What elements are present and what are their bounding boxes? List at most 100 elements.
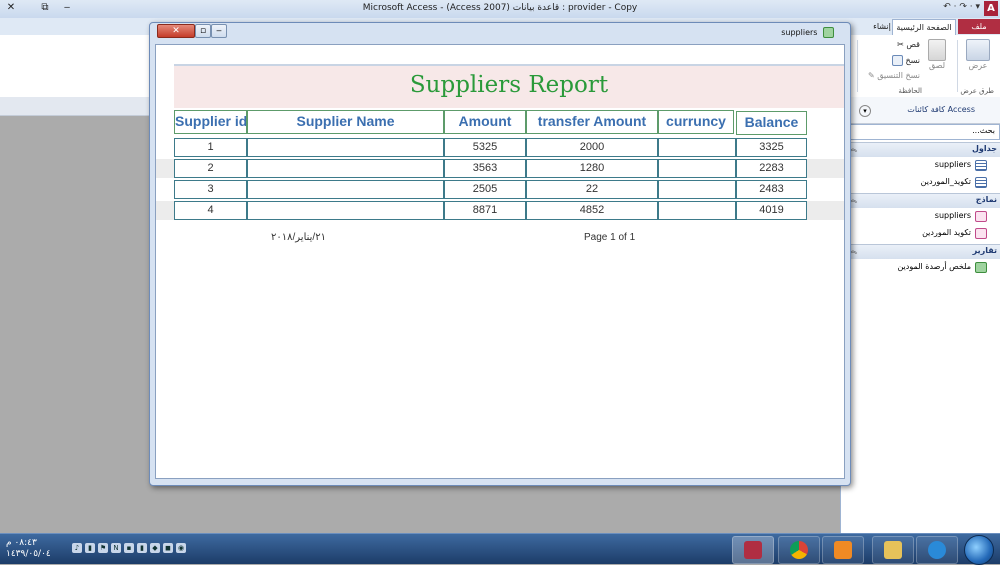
nav-group-reports[interactable]: ︽ تقارير [841,244,1000,259]
report-icon [975,262,987,273]
flag-icon[interactable]: ⚑ [98,543,108,553]
folder-icon [884,541,902,559]
cell-name [247,138,444,157]
taskbar-chrome-app[interactable] [778,536,820,564]
header-transfer-amount: transfer Amount [526,110,658,134]
cell-currency [658,159,736,178]
group-views-label: طرق عرض [960,87,994,95]
cell-name [247,159,444,178]
cell-transfer: 2000 [526,138,658,157]
onenote-icon[interactable]: N [111,543,121,553]
system-tray: ♪ ▮ ⚑ N ▪ ▮ ◆ ◼ ◉ [72,543,232,555]
header-supplier-id: Supplier id [174,110,247,134]
clock-date: ١٤٣٩/٠٥/٠٤ [6,549,51,559]
format-painter-button[interactable]: ✎ نسخ التنسيق [868,71,920,80]
form-icon [975,211,987,222]
cell-amount: 2505 [444,180,526,199]
volume-icon[interactable]: ♪ [72,543,82,553]
taskbar: ٠٨:٤٣ م ١٤٣٩/٠٥/٠٤ ♪ ▮ ⚑ N ▪ ▮ ◆ ◼ ◉ [0,533,1000,565]
paste-button[interactable]: لصق [924,39,950,70]
nav-item-label: تكويد الموردين [922,228,971,237]
cell-amount: 8871 [444,201,526,220]
taskbar-clock[interactable]: ٠٨:٤٣ م ١٤٣٩/٠٥/٠٤ [6,538,51,560]
notification-icon[interactable]: ◉ [176,543,186,553]
signal-icon[interactable]: ▮ [85,543,95,553]
nav-pane-header[interactable]: ▾ كافة كائنات Access [841,97,1000,124]
brush-icon: ✎ [867,71,875,80]
taskbar-access-app[interactable] [732,536,774,564]
report-canvas[interactable]: Suppliers Report Supplier id Supplier Na… [155,44,845,479]
nav-item-report[interactable]: ملخص أرصدة المودين [841,259,1000,276]
cell-name [247,180,444,199]
report-icon [823,27,834,38]
cut-button[interactable]: ✂ قص [897,40,920,49]
battery-icon[interactable]: ▮ [137,543,147,553]
nav-item-label: suppliers [934,211,971,220]
cell-balance: 4019 [736,201,807,220]
copy-icon [891,55,903,66]
ribbon-separator [857,40,858,92]
cell-name [247,201,444,220]
internet-explorer-icon [928,541,946,559]
cell-amount: 5325 [444,138,526,157]
cell-id: 4 [174,201,247,220]
table-row: 4 8871 4852 4019 [156,201,844,220]
taskbar-explorer-app[interactable] [872,536,914,564]
report-banner: Suppliers Report [174,64,844,108]
nav-search-input[interactable]: ...بحث [842,124,1000,140]
cell-balance: 2283 [736,159,807,178]
table-icon [975,177,987,188]
clock-time: ٠٨:٤٣ م [6,538,37,548]
tab-create[interactable]: إنشاء [872,19,892,34]
navigation-pane: ▾ كافة كائنات Access ...بحث ︽ جداول supp… [840,97,1000,533]
nav-item-table[interactable]: suppliers [841,157,1000,174]
window-minimize-button[interactable]: ‒ [211,24,227,38]
nav-item-form[interactable]: تكويد الموردين [841,225,1000,242]
tab-file[interactable]: ملف [958,19,1000,34]
nav-pane-title: كافة كائنات Access [907,105,975,114]
scissors-icon: ✂ [897,40,904,49]
taskbar-media-app[interactable] [822,536,864,564]
nav-group-tables[interactable]: ︽ جداول [841,142,1000,157]
window-close-button[interactable]: ✕ [157,24,195,38]
header-amount: Amount [444,110,526,134]
report-window: ✕ ▫ ‒ suppliers Suppliers Report Supplie… [149,22,851,486]
quick-access-toolbar[interactable]: ↶ · ↷ · ▾ [943,2,980,12]
cut-label: قص [906,40,920,49]
ribbon-separator [957,40,958,92]
chevron-down-icon[interactable]: ▾ [859,105,871,117]
start-button[interactable] [964,535,994,565]
antivirus-icon[interactable]: ◆ [150,543,160,553]
media-player-icon [834,541,852,559]
tab-home[interactable]: الصفحة الرئيسية [892,19,956,35]
nav-group-forms[interactable]: ︽ نماذج [841,193,1000,208]
nav-item-form[interactable]: suppliers [841,208,1000,225]
network-icon[interactable]: ▪ [124,543,134,553]
view-label: عرض [968,61,988,70]
table-row: 2 3563 1280 2283 [156,159,844,178]
nav-item-label: ملخص أرصدة المودين [897,262,971,271]
access-icon [744,541,762,559]
chrome-icon [790,541,808,559]
table-row: 3 2505 22 2483 [156,180,844,199]
nav-item-table[interactable]: تكويد_الموردين [841,174,1000,191]
copy-label: نسخ [905,56,920,65]
window-title: Microsoft Access - (Access 2007) قاعدة ب… [362,3,638,13]
header-currency: curruncy [658,110,734,134]
security-icon[interactable]: ◼ [163,543,173,553]
cell-id: 2 [174,159,247,178]
view-button[interactable]: عرض [964,39,992,70]
nav-group-label: تقارير [972,246,997,255]
copy-button[interactable]: نسخ [891,55,920,66]
table-row: 1 5325 2000 3325 [156,138,844,157]
access-app-icon[interactable]: A [984,1,998,16]
table-icon [975,160,987,171]
report-window-title: suppliers [781,27,834,38]
taskbar-ie-app[interactable] [916,536,958,564]
cell-amount: 3563 [444,159,526,178]
cell-currency [658,138,736,157]
view-icon [966,39,990,61]
form-icon [975,228,987,239]
cell-currency [658,180,736,199]
window-maximize-button[interactable]: ▫ [195,24,211,38]
